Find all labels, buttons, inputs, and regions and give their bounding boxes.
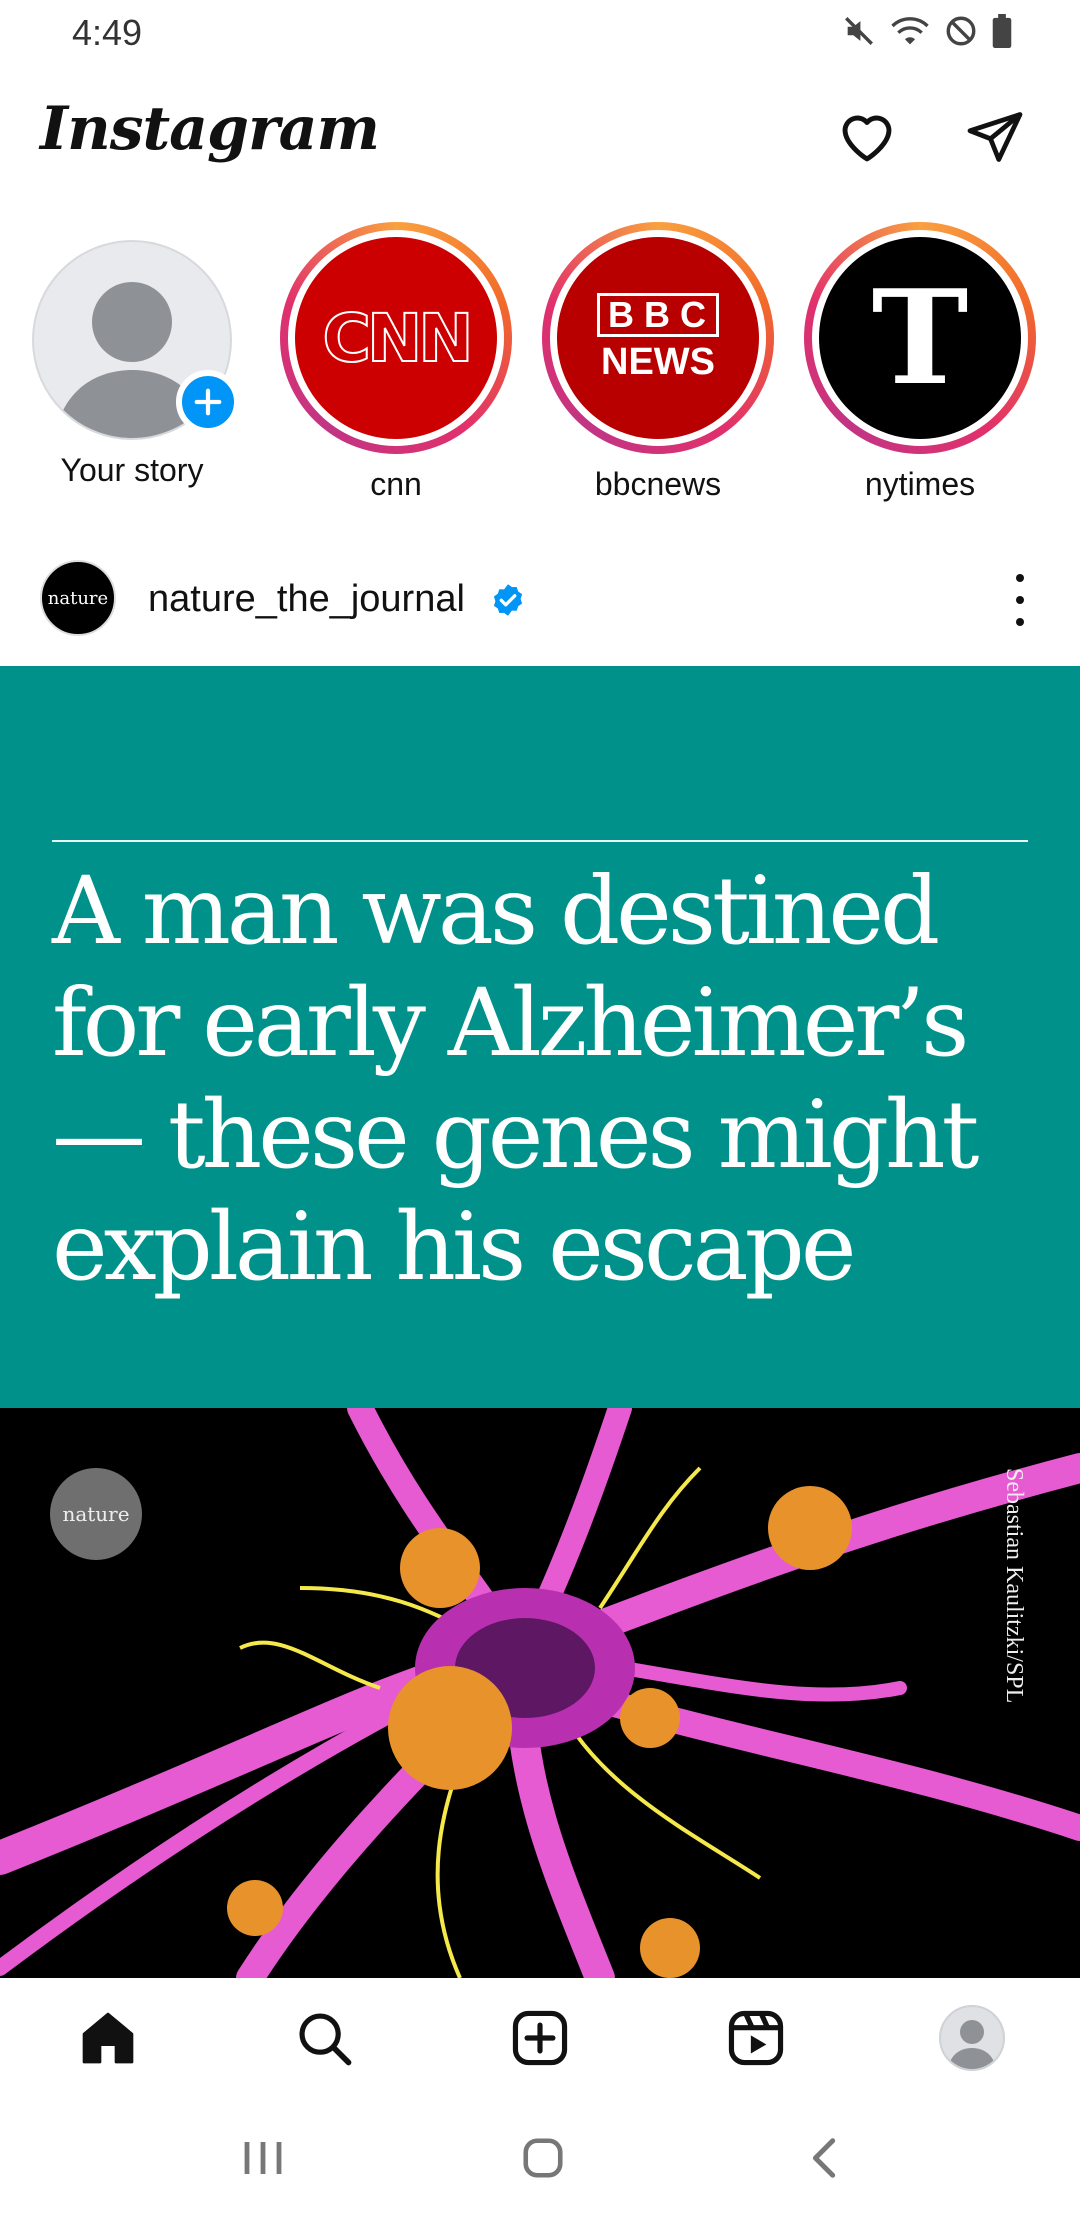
bbc-logo-bottom: NEWS (601, 340, 715, 383)
cnn-avatar: CNN (295, 237, 497, 439)
story-bbcnews[interactable]: BBC NEWS bbcnews (538, 222, 778, 503)
story-label: bbcnews (594, 466, 722, 502)
back-button[interactable] (790, 2128, 860, 2188)
send-icon (967, 112, 1023, 162)
back-chevron-icon (812, 2138, 836, 2178)
nytimes-avatar: T (819, 237, 1021, 439)
nav-home[interactable] (70, 2000, 146, 2076)
nytimes-logo: T (871, 261, 969, 414)
home-icon (82, 2012, 134, 2064)
story-ring: CNN (280, 222, 512, 454)
add-story-button[interactable] (176, 370, 240, 434)
search-icon (299, 2013, 352, 2066)
heart-icon (842, 115, 892, 162)
post-options-button[interactable] (1000, 574, 1040, 626)
headline-rule (52, 840, 1028, 842)
home-button[interactable] (508, 2128, 578, 2188)
headline-panel: A man was destined for early Alzheimer’s… (0, 666, 1080, 1408)
more-dot (1016, 596, 1024, 604)
status-bar: 4:49 (0, 0, 1080, 66)
post-media[interactable]: A man was destined for early Alzheimer’s… (0, 666, 1080, 1978)
nav-profile[interactable] (934, 2000, 1010, 2076)
story-your-story[interactable]: Your story (12, 222, 252, 489)
bottom-nav (0, 1978, 1080, 2098)
reels-icon (728, 2010, 784, 2066)
direct-messages-button[interactable] (960, 102, 1030, 172)
nav-reels[interactable] (718, 2000, 794, 2076)
photo-credit: Sebastian Kaulitzki/SPL (1001, 1468, 1027, 1704)
wifi-icon (891, 17, 929, 45)
more-dot (1016, 574, 1024, 582)
story-nytimes[interactable]: T nytimes (800, 222, 1040, 503)
nature-watermark: nature (50, 1468, 142, 1560)
battery-icon (992, 14, 1012, 48)
recent-apps-button[interactable] (228, 2128, 298, 2188)
nav-create[interactable] (502, 2000, 578, 2076)
story-label: nytimes (864, 466, 976, 502)
notifications-button[interactable] (832, 102, 902, 172)
cnn-logo: CNN (322, 299, 475, 378)
home-square-icon (523, 2138, 563, 2178)
bbc-logo-top: BBC (597, 292, 719, 337)
story-cnn[interactable]: CNN cnn (276, 222, 516, 503)
more-dot (1016, 618, 1024, 626)
story-ring: BBC NEWS (542, 222, 774, 454)
story-ring: T (804, 222, 1036, 454)
neuron-illustration: nature Sebastian Kaulitzki/SPL (0, 1408, 1080, 1978)
post-username[interactable]: nature_the_journal (148, 578, 465, 621)
verified-badge-icon (493, 584, 523, 616)
recent-apps-icon (244, 2142, 282, 2174)
system-nav-bar (0, 2098, 1080, 2220)
post-header: nature nature_the_journal (0, 552, 1080, 648)
story-label: Your story (60, 452, 204, 488)
status-time: 4:49 (72, 12, 143, 53)
story-label: cnn (370, 466, 422, 502)
mute-icon (845, 17, 873, 45)
do-not-disturb-icon (946, 16, 976, 46)
create-post-icon (512, 2010, 568, 2066)
bbc-news-avatar: BBC NEWS (557, 237, 759, 439)
plus-icon (194, 388, 222, 416)
profile-avatar (939, 2005, 1005, 2071)
post-author-avatar[interactable]: nature (40, 560, 116, 636)
stories-tray: Your story CNN cnn BBC NEWS bbcnews T ny… (0, 222, 1080, 512)
status-icons (842, 14, 1012, 48)
neuron-illustration-image (0, 1408, 1080, 1978)
post-headline: A man was destined for early Alzheimer’s… (52, 857, 979, 1302)
instagram-logo[interactable]: Instagram (40, 94, 380, 164)
app-header: Instagram (0, 86, 1080, 196)
default-avatar-icon (948, 2020, 996, 2069)
nav-search[interactable] (286, 2000, 362, 2076)
